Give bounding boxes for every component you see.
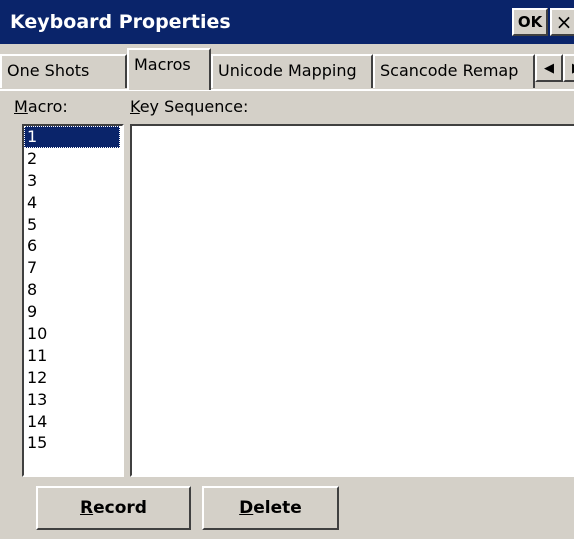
list-item[interactable]: 11: [24, 345, 122, 367]
list-item[interactable]: 7: [24, 257, 122, 279]
list-item[interactable]: 5: [24, 214, 122, 236]
list-item[interactable]: 10: [24, 323, 122, 345]
list-item[interactable]: 1: [24, 126, 120, 148]
list-item[interactable]: 13: [24, 389, 122, 411]
tab-macros[interactable]: Macros: [127, 48, 211, 90]
tab-scancode-remap[interactable]: Scancode Remap: [373, 54, 535, 88]
list-item[interactable]: 2: [24, 148, 122, 170]
record-button-accel: R: [80, 498, 94, 518]
list-item[interactable]: 3: [24, 170, 122, 192]
title-bar: Keyboard Properties OK ×: [0, 0, 574, 44]
record-button[interactable]: Record: [36, 486, 191, 530]
tab-one-shots[interactable]: One Shots: [0, 54, 127, 88]
arrow-left-icon: ◀: [544, 60, 554, 76]
ok-button[interactable]: OK: [512, 8, 548, 36]
list-item[interactable]: 8: [24, 279, 122, 301]
window-title: Keyboard Properties: [10, 11, 231, 33]
tab-unicode-mapping[interactable]: Unicode Mapping: [211, 54, 373, 88]
list-item[interactable]: 14: [24, 411, 122, 433]
delete-button-label: elete: [253, 498, 302, 518]
list-item[interactable]: 9: [24, 301, 122, 323]
key-sequence-label-text: ey Sequence:: [139, 97, 249, 116]
delete-button-accel: D: [239, 498, 254, 518]
key-sequence-field[interactable]: [130, 124, 574, 477]
delete-button[interactable]: Delete: [202, 486, 339, 530]
tab-scroll-arrows: ◀ ▶: [535, 54, 574, 82]
macro-listbox[interactable]: 1 2 3 4 5 6 7 8 9 10 11 12 13 14 15: [22, 124, 124, 477]
list-item[interactable]: 4: [24, 192, 122, 214]
close-button[interactable]: ×: [550, 8, 574, 36]
macro-label-accel: M: [14, 97, 28, 116]
key-sequence-label: Key Sequence:: [130, 96, 248, 118]
macro-label-text: acro:: [27, 97, 68, 116]
tab-divider: [0, 89, 574, 91]
macro-label: Macro:: [14, 96, 68, 118]
record-button-label: ecord: [93, 498, 147, 518]
list-item[interactable]: 6: [24, 235, 122, 257]
key-sequence-label-accel: K: [130, 97, 140, 116]
list-item[interactable]: 15: [24, 432, 122, 454]
tab-strip: One Shots Macros Unicode Mapping Scancod…: [0, 44, 574, 90]
list-item[interactable]: 12: [24, 367, 122, 389]
close-icon: ×: [555, 10, 573, 34]
tab-scroll-right-button[interactable]: ▶: [563, 54, 574, 82]
tab-scroll-left-button[interactable]: ◀: [535, 54, 563, 82]
